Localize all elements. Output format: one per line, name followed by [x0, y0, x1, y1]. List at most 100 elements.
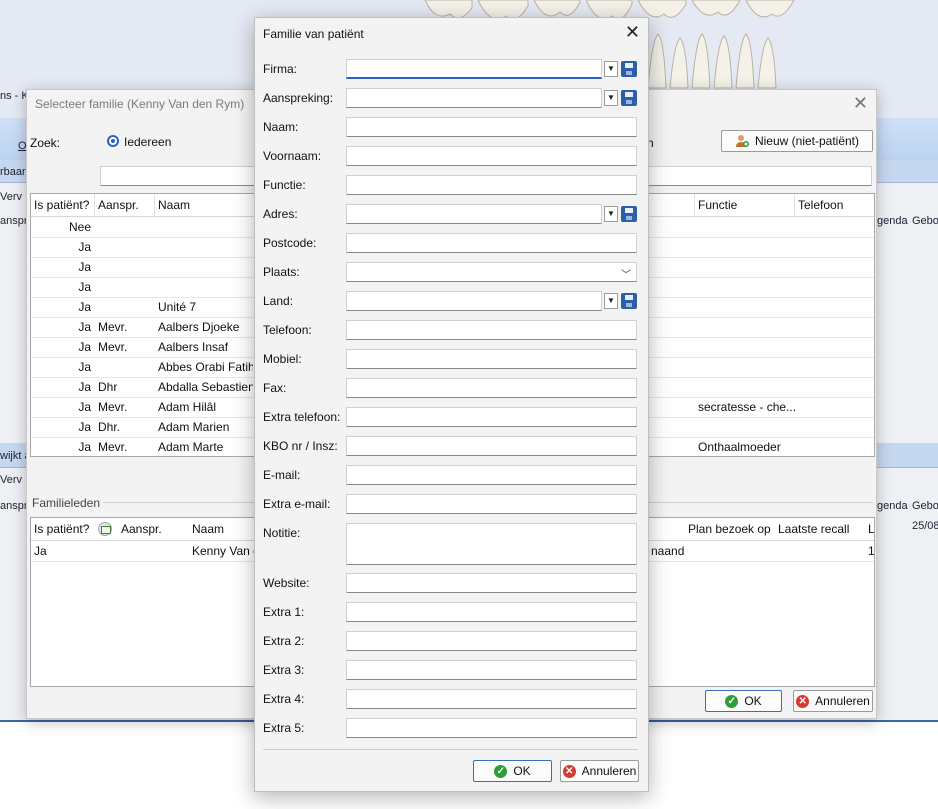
cell-aanspr: Dhr.: [98, 420, 121, 434]
website-input[interactable]: [346, 573, 637, 593]
adres-dropdown-button[interactable]: ▼: [604, 206, 618, 222]
label-postcode: Postcode:: [263, 236, 317, 250]
cell-aanspr: Mevr.: [98, 400, 128, 414]
firma-input[interactable]: [346, 59, 602, 79]
cell-naam: Abbes Orabi Fatiha: [158, 360, 253, 374]
new-non-patient-button[interactable]: Nieuw (niet-patiënt): [721, 130, 873, 152]
new-non-patient-label: Nieuw (niet-patiënt): [754, 134, 860, 148]
label-aanspreking: Aanspreking:: [263, 91, 334, 105]
select-ok-label: OK: [744, 694, 762, 708]
adres-save-icon[interactable]: [621, 206, 637, 222]
close-icon[interactable]: ✕: [853, 93, 868, 114]
cell-is-patient: Ja: [78, 340, 91, 354]
column-header-telefoon[interactable]: Telefoon: [798, 194, 843, 216]
cell-is-patient: Ja: [78, 260, 91, 274]
fam-cell-is-patient: Ja: [34, 544, 47, 558]
cell-naam: Aalbers Djoeke: [158, 320, 240, 334]
label-notitie: Notitie:: [263, 526, 301, 540]
fam-column-l[interactable]: L: [868, 518, 874, 540]
label-telefoon: Telefoon:: [263, 323, 312, 337]
background-button-2[interactable]: Verv: [0, 474, 22, 486]
voornaam-input[interactable]: [346, 146, 637, 166]
select-cancel-button[interactable]: ✕ Annuleren: [793, 690, 873, 712]
cell-is-patient: Nee: [68, 220, 91, 234]
extra-email-input[interactable]: [346, 494, 637, 514]
background-window-title: ns - K: [0, 90, 29, 102]
postcode-input[interactable]: [346, 233, 637, 253]
radio-everyone[interactable]: [107, 135, 119, 147]
fax-input[interactable]: [346, 378, 637, 398]
label-mobiel: Mobiel:: [263, 352, 302, 366]
cell-naam: Aalbers Insaf: [158, 340, 229, 354]
aanspreking-input[interactable]: [346, 88, 602, 108]
aanspreking-save-icon[interactable]: [621, 90, 637, 106]
extra-telefoon-input[interactable]: [346, 407, 637, 427]
land-dropdown-button[interactable]: ▼: [604, 293, 618, 309]
family-of-patient-dialog: Familie van patiënt ✕ Firma: ▼ Aanspreki…: [254, 17, 649, 792]
adres-input[interactable]: [346, 204, 602, 224]
mobiel-input[interactable]: [346, 349, 637, 369]
label-website: Website:: [263, 576, 310, 590]
plaats-select[interactable]: ﹀: [346, 262, 637, 282]
fam-column-laatste-recall[interactable]: Laatste recall: [778, 518, 849, 540]
select-ok-button[interactable]: ✓ OK: [705, 690, 782, 712]
cell-is-patient: Ja: [78, 420, 91, 434]
ok-label: OK: [513, 764, 531, 778]
naam-input[interactable]: [346, 117, 637, 137]
label-kbo: KBO nr / Insz:: [263, 439, 338, 453]
cell-aanspr: Mevr.: [98, 440, 128, 454]
label-firma: Firma:: [263, 62, 297, 76]
extra-5-input[interactable]: [346, 718, 637, 738]
background-tab[interactable]: rbaar: [0, 166, 26, 178]
cell-aanspr: Dhr: [98, 380, 118, 394]
cell-naam: Unité 7: [158, 300, 197, 314]
firma-save-icon[interactable]: [621, 61, 637, 77]
extra-1-input[interactable]: [346, 602, 637, 622]
column-header-functie[interactable]: Functie: [698, 194, 737, 216]
dialog-title: Selecteer familie (Kenny Van den Rym): [35, 97, 245, 111]
background-cell-date: 25/08: [912, 520, 938, 532]
label-adres: Adres:: [263, 207, 298, 221]
check-icon: ✓: [494, 764, 508, 778]
cell-is-patient: Ja: [78, 320, 91, 334]
column-header-aanspr[interactable]: Aanspr.: [98, 194, 139, 216]
fam-column-aanspr[interactable]: Aanspr.: [121, 518, 162, 540]
familieleden-label: Familieleden: [32, 496, 101, 510]
fam-column-naam[interactable]: Naam: [192, 518, 224, 540]
email-input[interactable]: [346, 465, 637, 485]
label-extra-4: Extra 4:: [263, 692, 305, 706]
extra-4-input[interactable]: [346, 689, 637, 709]
label-extra-5: Extra 5:: [263, 721, 305, 735]
fam-cell-partial: naand: [651, 544, 685, 558]
label-extra-3: Extra 3:: [263, 663, 305, 677]
cell-is-patient: Ja: [78, 400, 91, 414]
extra-3-input[interactable]: [346, 660, 637, 680]
email-icon[interactable]: [98, 522, 112, 536]
fam-column-plan-bezoek[interactable]: Plan bezoek op: [688, 518, 771, 540]
kbo-input[interactable]: [346, 436, 637, 456]
cancel-icon: ✕: [562, 764, 576, 778]
notitie-textarea[interactable]: [346, 523, 637, 565]
add-person-icon: [735, 135, 749, 147]
background-column-agenda-2: genda: [877, 500, 908, 512]
column-header-naam[interactable]: Naam: [158, 194, 190, 216]
footer-divider: [263, 749, 638, 750]
functie-input[interactable]: [346, 175, 637, 195]
extra-2-input[interactable]: [346, 631, 637, 651]
ok-button[interactable]: ✓ OK: [473, 760, 552, 782]
label-extra-1: Extra 1:: [263, 605, 305, 619]
background-button[interactable]: Verv: [0, 191, 22, 203]
cell-functie: Onthaalmoeder: [698, 440, 781, 454]
cancel-button[interactable]: ✕ Annuleren: [560, 760, 639, 782]
close-icon[interactable]: ✕: [625, 22, 640, 43]
telefoon-input[interactable]: [346, 320, 637, 340]
column-header-is-patient[interactable]: Is patiënt?: [34, 194, 89, 216]
land-input[interactable]: [346, 291, 602, 311]
label-functie: Functie:: [263, 178, 306, 192]
firma-dropdown-button[interactable]: ▼: [604, 61, 618, 77]
land-save-icon[interactable]: [621, 293, 637, 309]
label-naam: Naam:: [263, 120, 299, 134]
fam-column-is-patient[interactable]: Is patiënt?: [34, 518, 89, 540]
aanspreking-dropdown-button[interactable]: ▼: [604, 90, 618, 106]
background-column-agenda: genda: [877, 215, 908, 227]
